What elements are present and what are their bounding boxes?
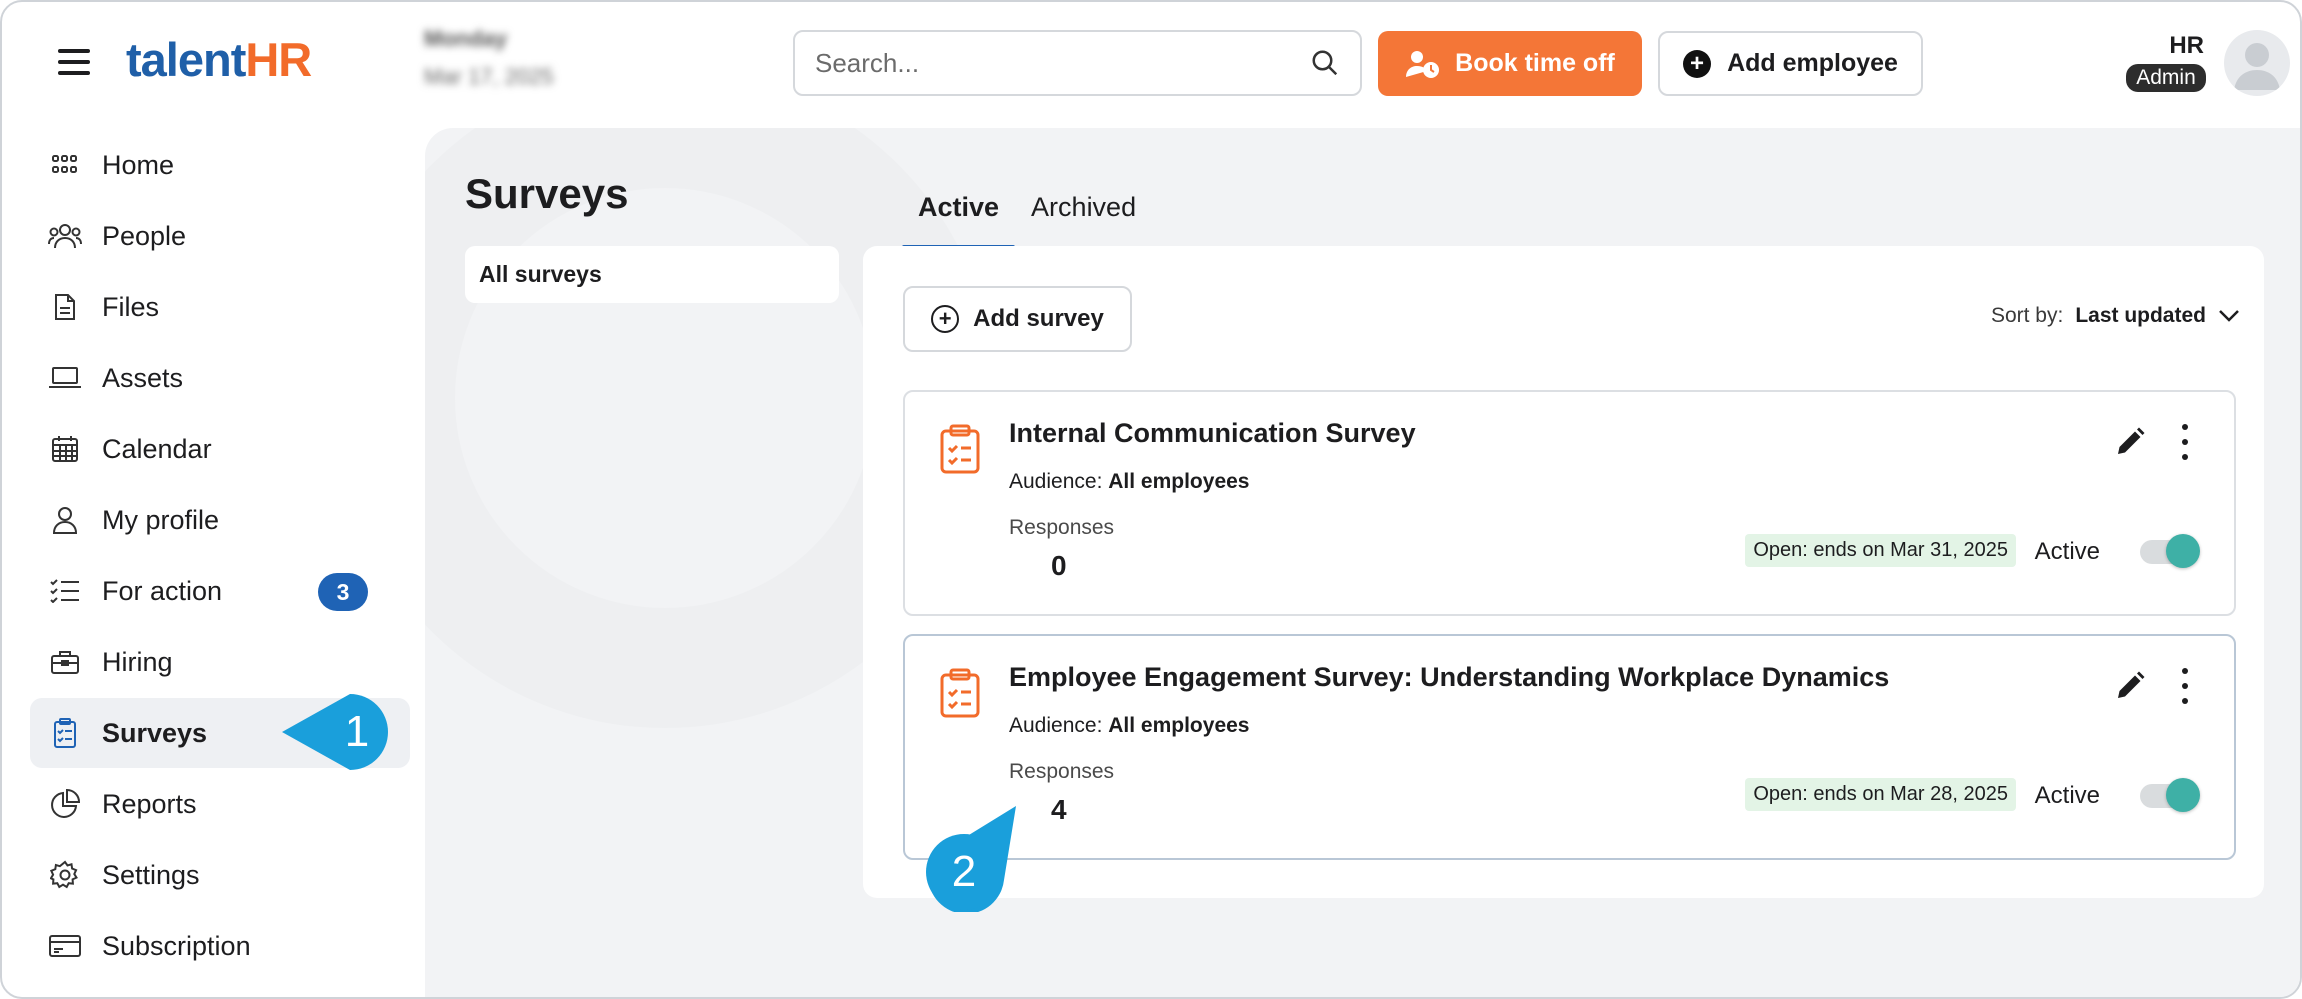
- main-content: Surveys All surveys Active Archived + Ad…: [425, 128, 2300, 997]
- sidebar-item-label: Subscription: [102, 930, 251, 961]
- survey-title[interactable]: Internal Communication Survey: [1009, 418, 1416, 449]
- sidebar-item-my-profile[interactable]: My profile: [30, 485, 410, 555]
- sidebar-item-label: For action: [102, 575, 223, 606]
- responses-count[interactable]: 0: [1051, 550, 1067, 582]
- tab-archived[interactable]: Archived: [1015, 178, 1152, 248]
- pencil-icon[interactable]: [2114, 670, 2146, 702]
- for-action-count-badge: 3: [318, 573, 368, 611]
- clipboard-icon: [940, 668, 980, 718]
- menu-icon[interactable]: [58, 49, 90, 75]
- current-date: Monday Mar 17, 2025: [424, 26, 554, 89]
- people-icon: [48, 219, 82, 253]
- add-employee-label: Add employee: [1727, 49, 1898, 77]
- active-status-label: Active: [2034, 782, 2100, 809]
- checklist-icon: [48, 574, 82, 608]
- clipboard-icon: [48, 716, 82, 750]
- sidebar-item-assets[interactable]: Assets: [30, 343, 410, 413]
- pie-chart-icon: [48, 787, 82, 821]
- survey-card[interactable]: Internal Communication Survey Audience: …: [903, 390, 2236, 616]
- sidebar-item-reports[interactable]: Reports: [30, 769, 410, 839]
- responses-label: Responses: [1009, 760, 1115, 783]
- add-survey-button[interactable]: + Add survey: [903, 286, 1132, 352]
- sidebar-item-label: My profile: [102, 504, 220, 535]
- laptop-icon: [48, 361, 82, 395]
- sidebar-item-calendar[interactable]: Calendar: [30, 414, 410, 484]
- calendar-icon: [48, 432, 82, 466]
- sidebar-item-people[interactable]: People: [30, 201, 410, 271]
- annotation-callout-1-number: 1: [344, 707, 370, 756]
- sidebar-item-hiring[interactable]: Hiring: [30, 627, 410, 697]
- survey-card[interactable]: Employee Engagement Survey: Understandin…: [903, 634, 2236, 860]
- tab-active[interactable]: Active: [902, 178, 1016, 250]
- person-clock-icon: [1406, 50, 1440, 78]
- page-title: Surveys: [465, 170, 629, 217]
- sidebar-item-label: Reports: [102, 788, 197, 819]
- sidebar-item-label: People: [102, 220, 187, 251]
- role-badge: Admin: [2126, 64, 2206, 92]
- survey-audience: Audience: All employees: [1009, 714, 1250, 737]
- avatar[interactable]: [2224, 30, 2290, 96]
- active-status-label: Active: [2034, 538, 2100, 565]
- app-window: talentHR Monday Mar 17, 2025 Book time o…: [0, 0, 2302, 999]
- file-icon: [48, 290, 82, 324]
- sidebar-item-label: Hiring: [102, 646, 173, 677]
- sidebar-item-subscription[interactable]: Subscription: [30, 911, 410, 981]
- add-survey-label: Add survey: [973, 305, 1104, 332]
- sidebar-item-label: Assets: [102, 362, 184, 393]
- search-box[interactable]: [793, 30, 1362, 96]
- annotation-callout-2-number: 2: [951, 847, 977, 896]
- sort-label: Sort by:: [1990, 304, 2064, 327]
- sidebar-item-label: Files: [102, 291, 160, 322]
- surveys-panel: + Add survey Sort by: Last updated Inter…: [863, 246, 2264, 898]
- responses-count[interactable]: 4: [1051, 794, 1067, 826]
- user-name: HR: [2169, 32, 2204, 59]
- sort-value: Last updated: [2075, 304, 2206, 327]
- person-icon: [48, 503, 82, 537]
- search-input[interactable]: [815, 47, 1310, 79]
- book-time-off-button[interactable]: Book time off: [1378, 31, 1642, 96]
- gear-icon: [48, 858, 82, 892]
- book-time-off-label: Book time off: [1455, 49, 1615, 77]
- survey-audience: Audience: All employees: [1009, 470, 1250, 493]
- sidebar-item-for-action[interactable]: For action 3: [30, 556, 410, 626]
- sidebar-item-settings[interactable]: Settings: [30, 840, 410, 910]
- sidebar-item-label: Surveys: [102, 717, 208, 748]
- active-toggle[interactable]: [2140, 778, 2200, 812]
- grid-icon: [48, 148, 82, 182]
- app-logo[interactable]: talentHR: [126, 32, 312, 87]
- plus-circle-icon: +: [1683, 49, 1712, 78]
- more-options-icon[interactable]: [2178, 668, 2192, 704]
- survey-title[interactable]: Employee Engagement Survey: Understandin…: [1009, 662, 1889, 693]
- sidebar-item-home[interactable]: Home: [30, 130, 410, 200]
- add-employee-button[interactable]: + Add employee: [1658, 31, 1923, 96]
- credit-card-icon: [48, 929, 82, 963]
- user-info: HR Admin: [2122, 32, 2210, 92]
- search-icon[interactable]: [1310, 48, 1340, 78]
- responses-label: Responses: [1009, 516, 1115, 539]
- sidebar-item-label: Settings: [102, 859, 200, 890]
- sidebar-item-files[interactable]: Files: [30, 272, 410, 342]
- subnav-all-surveys[interactable]: All surveys: [465, 246, 839, 303]
- plus-circle-icon: +: [931, 305, 960, 333]
- briefcase-icon: [48, 645, 82, 679]
- sidebar-item-label: Home: [102, 149, 175, 180]
- chevron-down-icon: [2219, 310, 2239, 322]
- active-toggle[interactable]: [2140, 534, 2200, 568]
- open-status-badge: Open: ends on Mar 31, 2025: [1745, 534, 2016, 567]
- sidebar-item-label: Calendar: [102, 433, 212, 464]
- clipboard-icon: [940, 424, 980, 474]
- pencil-icon[interactable]: [2114, 426, 2146, 458]
- sidebar: Home People Files Assets Calendar My pro…: [30, 130, 410, 982]
- sort-dropdown[interactable]: Sort by: Last updated: [1991, 304, 2240, 328]
- more-options-icon[interactable]: [2178, 424, 2192, 460]
- survey-tabs: Active Archived: [902, 178, 1152, 250]
- open-status-badge: Open: ends on Mar 28, 2025: [1745, 778, 2016, 811]
